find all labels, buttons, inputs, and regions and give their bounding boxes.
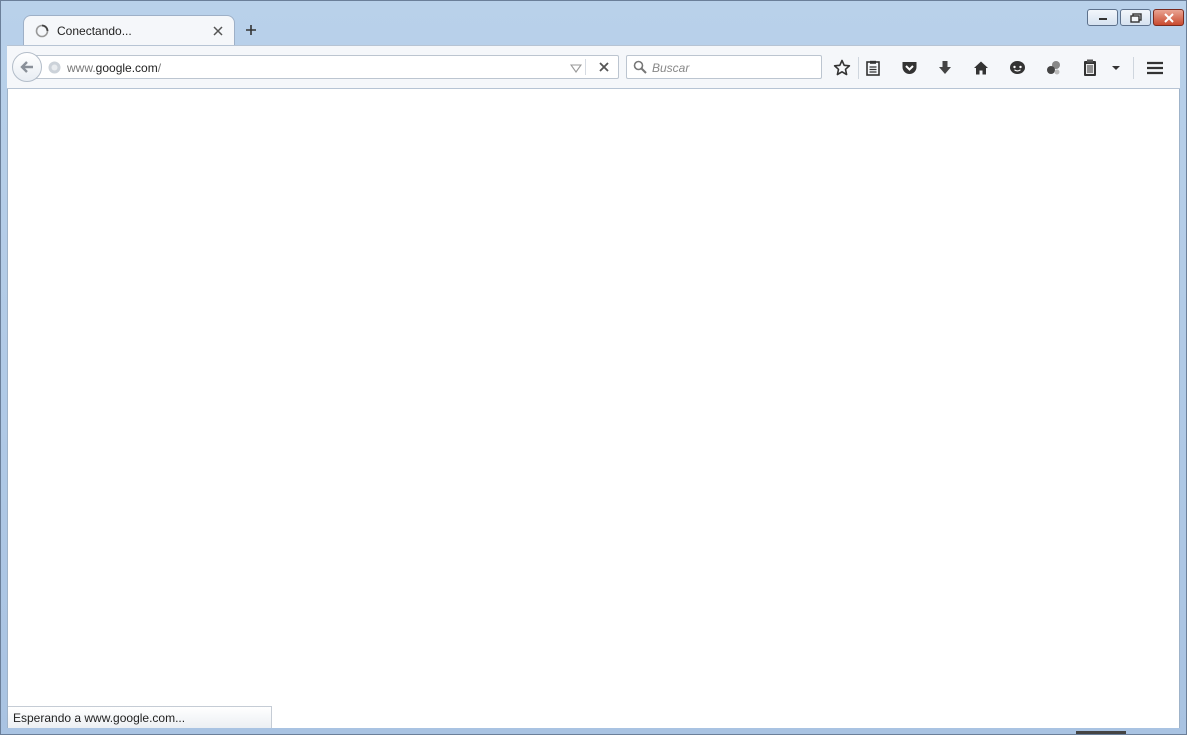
search-icon	[633, 60, 647, 74]
browser-window: Conectando... www.google.com/ Buscar Esp…	[0, 0, 1187, 735]
url-text: www.google.com/	[67, 61, 162, 75]
pocket-icon[interactable]	[900, 59, 918, 77]
url-bar[interactable]: www.google.com/	[31, 55, 619, 79]
toolbar-separator	[858, 57, 859, 79]
bookmark-star-icon[interactable]	[833, 59, 851, 77]
search-placeholder: Buscar	[652, 61, 690, 75]
close-tab-icon[interactable]	[210, 23, 226, 39]
reader-list-icon[interactable]	[864, 59, 882, 77]
globe-icon	[48, 61, 61, 74]
stop-loading-icon[interactable]	[598, 61, 610, 73]
tab-active[interactable]: Conectando...	[23, 15, 235, 46]
home-icon[interactable]	[972, 59, 990, 77]
page-content-area[interactable]: Esperando a www.google.com...	[7, 89, 1180, 728]
chat-bubble-icon[interactable]	[1008, 59, 1026, 77]
url-separator	[585, 59, 586, 75]
download-arrow-icon[interactable]	[936, 59, 954, 77]
tab-title: Conectando...	[57, 24, 132, 38]
status-panel: Esperando a www.google.com...	[8, 706, 272, 728]
loading-throbber-icon	[34, 23, 50, 39]
tab-strip: Conectando...	[7, 15, 1180, 46]
taskbar-edge	[1076, 731, 1126, 734]
clipboard-icon[interactable]	[1081, 59, 1099, 77]
plus-icon	[246, 25, 256, 35]
back-button[interactable]	[12, 52, 42, 82]
navigation-toolbar: www.google.com/ Buscar	[7, 45, 1180, 89]
hamburger-menu-icon[interactable]	[1146, 59, 1164, 77]
search-input[interactable]: Buscar	[626, 55, 822, 79]
extension-icon[interactable]	[1044, 59, 1062, 77]
toolbar-separator	[1133, 57, 1134, 79]
overflow-dropdown-icon[interactable]	[1109, 59, 1123, 77]
url-history-dropdown-icon[interactable]	[570, 62, 582, 74]
back-arrow-icon	[20, 61, 33, 73]
new-tab-button[interactable]	[243, 22, 259, 38]
